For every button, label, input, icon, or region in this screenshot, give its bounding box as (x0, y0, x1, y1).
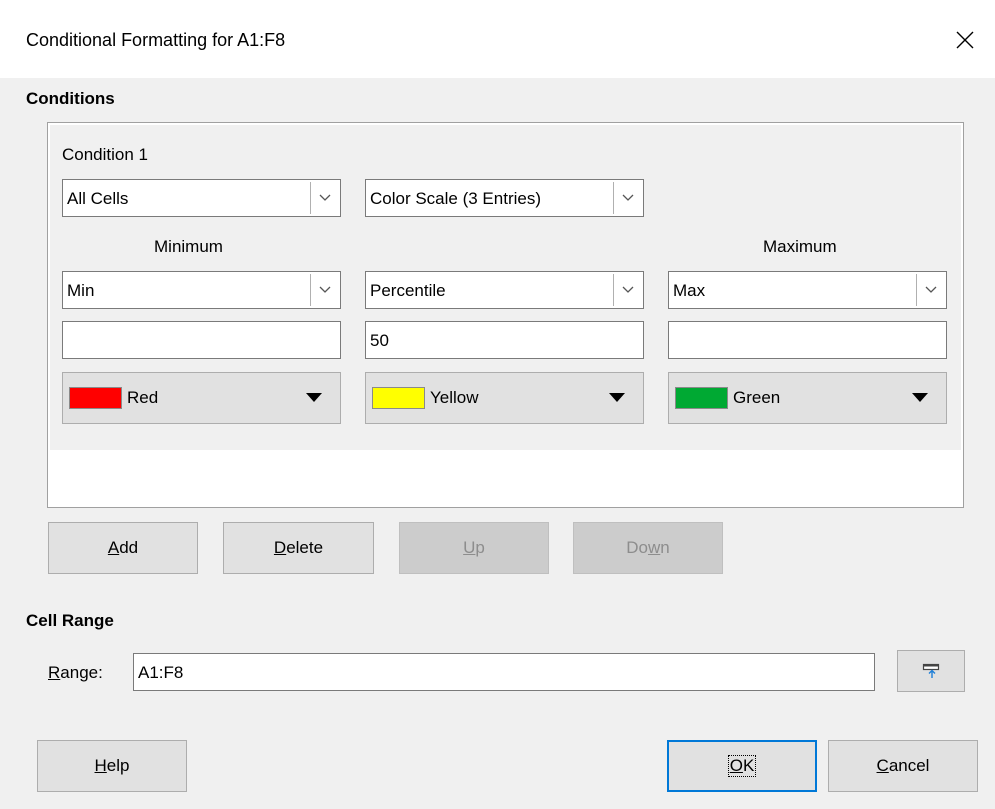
max-value-input[interactable] (668, 321, 947, 359)
shrink-range-button[interactable] (897, 650, 965, 692)
ok-button-label: OK (727, 755, 757, 777)
label-part: dd (119, 538, 139, 557)
range-value: A1:F8 (138, 663, 184, 682)
dropdown-triangle-icon (609, 393, 625, 402)
conditions-heading: Conditions (26, 89, 115, 108)
mnemonic: H (94, 756, 107, 775)
dropdown-triangle-icon (306, 393, 322, 402)
chevron-down-icon[interactable] (310, 182, 338, 214)
ok-button[interactable]: OK (667, 740, 817, 792)
style-select[interactable]: Color Scale (3 Entries) (365, 179, 644, 217)
color-name: Red (127, 388, 159, 407)
mid-value-text: 50 (370, 331, 389, 350)
label-part: K (742, 756, 755, 775)
down-button-label: Down (626, 538, 669, 558)
conditional-formatting-dialog: Conditional Formatting for A1:F8 Conditi… (0, 0, 995, 809)
min-value-input[interactable] (62, 321, 341, 359)
max-type-select[interactable]: Max (668, 271, 947, 309)
chevron-down-icon[interactable] (916, 274, 944, 306)
mnemonic: R (48, 663, 61, 682)
mid-color-button[interactable]: Yellow (365, 372, 644, 424)
label-part: p (475, 538, 485, 557)
mid-value-input[interactable]: 50 (365, 321, 644, 359)
cancel-button[interactable]: Cancel (828, 740, 978, 792)
min-type-value: Min (67, 281, 95, 300)
down-button[interactable]: Down (573, 522, 723, 574)
label-part: n (660, 538, 670, 557)
range-input[interactable]: A1:F8 (133, 653, 875, 691)
help-button-label: Help (95, 756, 130, 776)
mnemonic: A (107, 538, 120, 557)
dropdown-triangle-icon (912, 393, 928, 402)
close-icon (956, 31, 974, 49)
delete-button-label: Delete (274, 538, 323, 558)
add-button-label: Add (108, 538, 138, 558)
shrink-range-icon (922, 663, 940, 678)
max-color-button[interactable]: Green (668, 372, 947, 424)
min-type-select[interactable]: Min (62, 271, 341, 309)
up-button-label: Up (463, 538, 485, 558)
condition-entry: Condition 1 All Cells Color Scale (3 Ent… (50, 125, 961, 450)
label-part: ancel (888, 756, 930, 775)
cell-range-heading: Cell Range (26, 611, 114, 630)
mnemonic: U (463, 538, 476, 557)
help-button[interactable]: Help (37, 740, 187, 792)
color-swatch (675, 387, 728, 409)
condition-label: Condition 1 (62, 145, 149, 164)
maximum-heading: Maximum (763, 237, 837, 256)
mnemonic: O (729, 756, 743, 775)
add-button[interactable]: Add (48, 522, 198, 574)
mid-type-value: Percentile (370, 281, 446, 300)
mid-type-select[interactable]: Percentile (365, 271, 644, 309)
color-name: Yellow (430, 388, 479, 407)
cancel-button-label: Cancel (877, 756, 930, 776)
chevron-down-icon[interactable] (613, 274, 641, 306)
dialog-title: Conditional Formatting for A1:F8 (26, 30, 286, 50)
up-button[interactable]: Up (399, 522, 549, 574)
delete-button[interactable]: Delete (223, 522, 374, 574)
color-name: Green (733, 388, 781, 407)
range-label: Range: (48, 663, 103, 683)
color-swatch (372, 387, 425, 409)
chevron-down-icon[interactable] (310, 274, 338, 306)
label-part: Do (626, 538, 648, 557)
label-part: ange: (60, 663, 103, 682)
chevron-down-icon[interactable] (613, 182, 641, 214)
mnemonic: C (876, 756, 889, 775)
title-bar: Conditional Formatting for A1:F8 (0, 0, 995, 78)
applies-to-select[interactable]: All Cells (62, 179, 341, 217)
mnemonic: D (273, 538, 287, 557)
conditions-list[interactable]: Condition 1 All Cells Color Scale (3 Ent… (47, 122, 964, 508)
close-button[interactable] (947, 22, 983, 58)
min-color-button[interactable]: Red (62, 372, 341, 424)
mnemonic: w (647, 538, 661, 557)
max-type-value: Max (673, 281, 706, 300)
label-part: elete (286, 538, 324, 557)
minimum-heading: Minimum (154, 237, 223, 256)
label-part: elp (106, 756, 130, 775)
style-value: Color Scale (3 Entries) (370, 189, 542, 208)
color-swatch (69, 387, 122, 409)
applies-to-value: All Cells (67, 189, 129, 208)
